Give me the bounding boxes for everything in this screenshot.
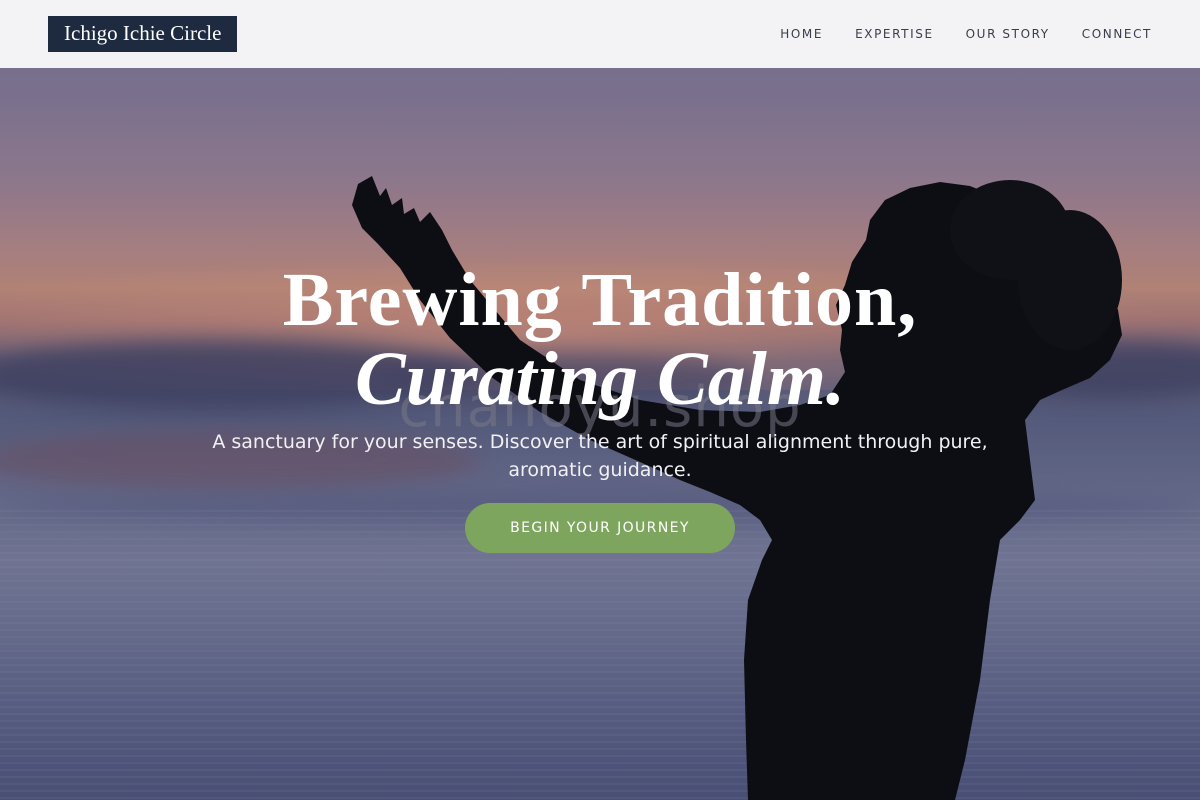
nav-connect-link[interactable]: CONNECT xyxy=(1082,27,1152,41)
nav-home-link[interactable]: HOME xyxy=(780,27,823,41)
hero-subtitle: A sanctuary for your senses. Discover th… xyxy=(212,431,988,481)
site-header: Ichigo Ichie Circle HOME EXPERTISE OUR S… xyxy=(0,0,1200,68)
nav-our-story-link[interactable]: OUR STORY xyxy=(966,27,1050,41)
hero-title: Brewing Tradition, Curating Calm. xyxy=(0,260,1200,418)
nav-expertise-link[interactable]: EXPERTISE xyxy=(855,27,934,41)
site-logo[interactable]: Ichigo Ichie Circle xyxy=(48,16,238,52)
hero-content: Brewing Tradition, Curating Calm. xyxy=(0,260,1200,418)
hero-title-line1: Brewing Tradition, xyxy=(282,258,918,342)
hero-title-line2: Curating Calm. xyxy=(355,337,845,421)
begin-journey-button[interactable]: BEGIN YOUR JOURNEY xyxy=(465,503,735,553)
main-nav: HOME EXPERTISE OUR STORY CONNECT xyxy=(748,27,1152,41)
